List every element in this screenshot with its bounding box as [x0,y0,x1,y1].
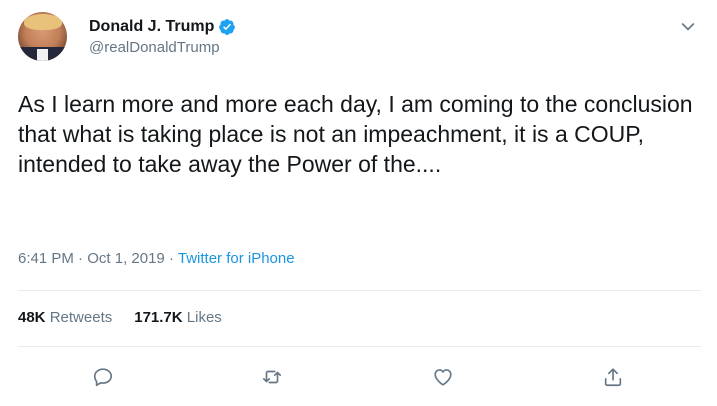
tweet-actions [0,366,717,392]
reply-button[interactable] [92,366,118,392]
tweet-stats: 48K Retweets 171.7K Likes [18,308,244,328]
likes-stat[interactable]: 171.7K Likes [134,308,222,328]
retweet-button[interactable] [261,366,287,392]
retweets-label: Retweets [49,309,113,326]
tweet-card: Donald J. Trump @realDonaldTrump As I le… [0,0,717,406]
likes-count: 171.7K [134,309,183,326]
avatar-hair [24,14,62,30]
tweet-time[interactable]: 6:41 PM [18,250,74,267]
likes-label: Likes [186,309,222,326]
retweets-stat[interactable]: 48K Retweets [18,308,112,328]
like-button[interactable] [432,366,458,392]
tweet-source-link[interactable]: Twitter for iPhone [178,250,295,267]
reply-icon [92,368,114,392]
tweet-date[interactable]: Oct 1, 2019 [87,250,165,267]
like-icon [432,369,454,392]
divider [18,346,701,347]
retweets-count: 48K [18,309,46,326]
tweet-meta: 6:41 PM · Oct 1, 2019 · Twitter for iPho… [18,249,295,269]
user-handle[interactable]: @realDonaldTrump [89,38,236,58]
display-name-text[interactable]: Donald J. Trump [89,17,214,37]
meta-separator: · [78,250,84,267]
display-name[interactable]: Donald J. Trump [89,17,236,37]
retweet-icon [261,370,283,392]
chevron-down-icon[interactable] [678,16,698,36]
tweet-text: As I learn more and more each day, I am … [18,91,693,177]
share-icon [602,368,624,392]
meta-separator: · [168,250,174,267]
user-info: Donald J. Trump @realDonaldTrump [89,17,236,58]
share-button[interactable] [602,366,628,392]
verified-badge-icon [218,18,236,36]
avatar-shirt [37,49,48,61]
avatar[interactable] [18,12,67,61]
divider [18,290,701,291]
